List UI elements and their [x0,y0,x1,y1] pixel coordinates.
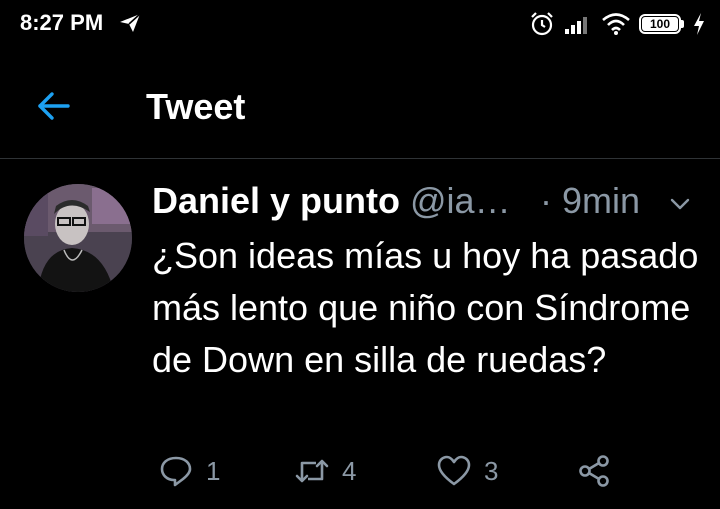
tweet-text: ¿Son ideas mías u hoy ha pasado más lent… [152,235,699,380]
status-time: 8:27 PM [20,10,104,35]
tweet-timestamp: · 9min [540,180,641,221]
chevron-down-icon[interactable] [668,192,692,216]
arrow-left-icon [38,92,70,120]
battery-icon: 100 [639,14,684,34]
status-bar: 8:27 PM 100 [0,0,720,48]
retweet-button[interactable]: 4 [294,448,356,494]
retweet-count: 4 [342,455,357,486]
alarm-icon [531,12,553,36]
tweet-actions: 1 4 3 [152,448,712,496]
charging-icon [694,13,704,35]
reply-button[interactable]: 1 [158,448,220,494]
share-icon [579,455,609,487]
battery-level: 100 [642,17,678,31]
avatar[interactable] [24,184,132,292]
reply-count: 1 [206,455,221,486]
author-handle[interactable]: @ia… [410,180,511,222]
retweet-icon [295,459,329,483]
tweet-header: Daniel y punto @ia… · 9min [152,180,702,224]
like-button[interactable]: 3 [436,448,498,494]
like-count: 3 [484,455,499,486]
app-header: Tweet [0,68,720,144]
reply-icon [160,456,192,487]
signal-icon [565,17,587,34]
status-icons: 100 [529,10,706,38]
author-name[interactable]: Daniel y punto [152,180,400,222]
back-button[interactable] [32,84,76,128]
divider [0,158,720,159]
wifi-icon [602,13,630,35]
page-title: Tweet [146,86,246,127]
avatar-image [24,184,132,292]
share-button[interactable] [576,448,612,494]
telegram-send-icon [120,13,141,32]
heart-icon [437,455,471,486]
